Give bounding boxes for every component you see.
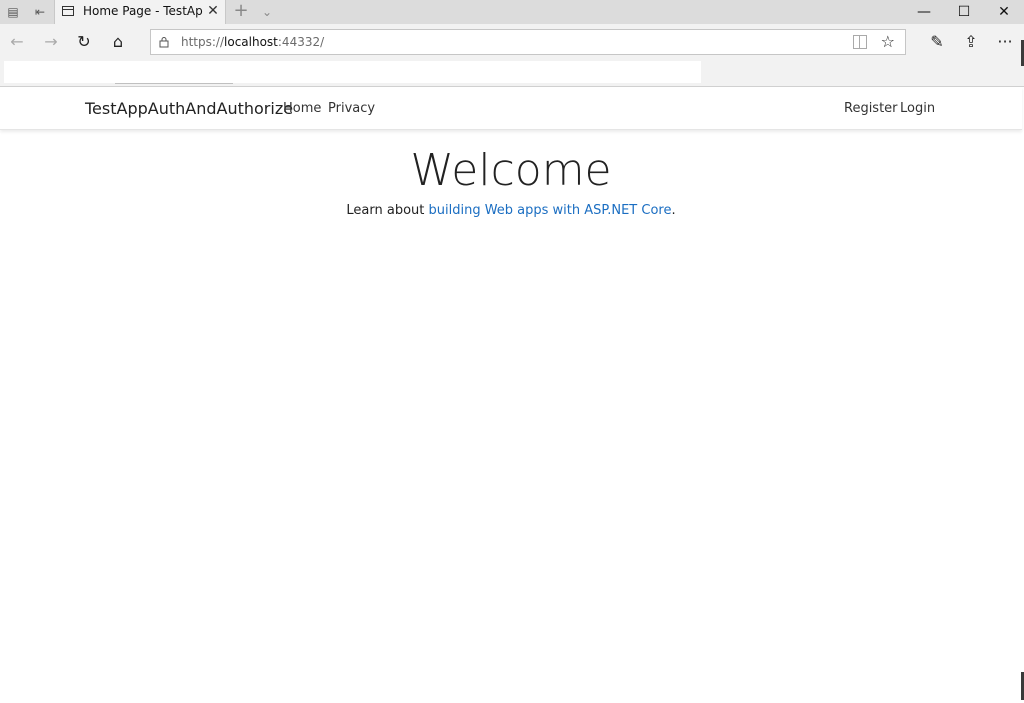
address-bar[interactable]: https://localhost:44332/ ☆ [150,29,906,55]
lock-icon [159,37,169,48]
close-window-button[interactable]: ✕ [984,0,1024,24]
nav-privacy-link[interactable]: Privacy [328,101,375,116]
site-brand[interactable]: TestAppAuthAndAuthorize [85,99,293,118]
favorite-star-icon[interactable]: ☆ [881,32,895,52]
minimize-button[interactable]: — [904,0,944,24]
divider [115,83,233,84]
tab-title: Home Page - TestAppAuthAndAuthorize [83,4,203,18]
maximize-button[interactable]: ☐ [944,0,984,24]
set-aside-tabs-icon[interactable]: ⇤ [32,4,48,20]
more-options-icon[interactable]: ··· [994,32,1016,52]
learn-more-text: Learn about building Web apps with ASP.N… [346,203,676,218]
notes-pen-icon[interactable]: ✎ [926,32,948,52]
favorites-bar [0,60,1024,87]
browser-tab[interactable]: Home Page - TestAppAuthAndAuthorize ✕ [54,0,226,24]
page-title: Welcome [410,145,612,196]
home-icon[interactable]: ⌂ [107,32,129,52]
page-icon [62,6,74,16]
favorites-area [4,61,701,83]
nav-home-link[interactable]: Home [283,101,321,116]
tab-actions-icon[interactable]: ▤ [5,4,21,20]
login-link[interactable]: Login [900,101,935,116]
share-icon[interactable]: ⇪ [960,32,982,52]
tab-close-icon[interactable]: ✕ [205,3,221,19]
browser-toolbar: ← → ↻ ⌂ https://localhost:44332/ ☆ ✎ ⇪ ·… [0,24,1024,60]
browser-title-bar: ▤ ⇤ Home Page - TestAppAuthAndAuthorize … [0,0,1024,24]
forward-icon[interactable]: → [40,32,62,52]
reading-view-icon[interactable] [853,35,867,49]
tab-list-chevron-icon[interactable]: ⌄ [258,3,276,21]
aspnet-core-link[interactable]: building Web apps with ASP.NET Core [429,203,672,218]
register-link[interactable]: Register [844,101,898,116]
back-icon[interactable]: ← [6,32,28,52]
site-navbar: TestAppAuthAndAuthorize Home Privacy Reg… [0,87,1022,130]
url-text[interactable]: https://localhost:44332/ [181,35,324,49]
new-tab-icon[interactable]: + [232,2,250,20]
refresh-icon[interactable]: ↻ [73,32,95,52]
